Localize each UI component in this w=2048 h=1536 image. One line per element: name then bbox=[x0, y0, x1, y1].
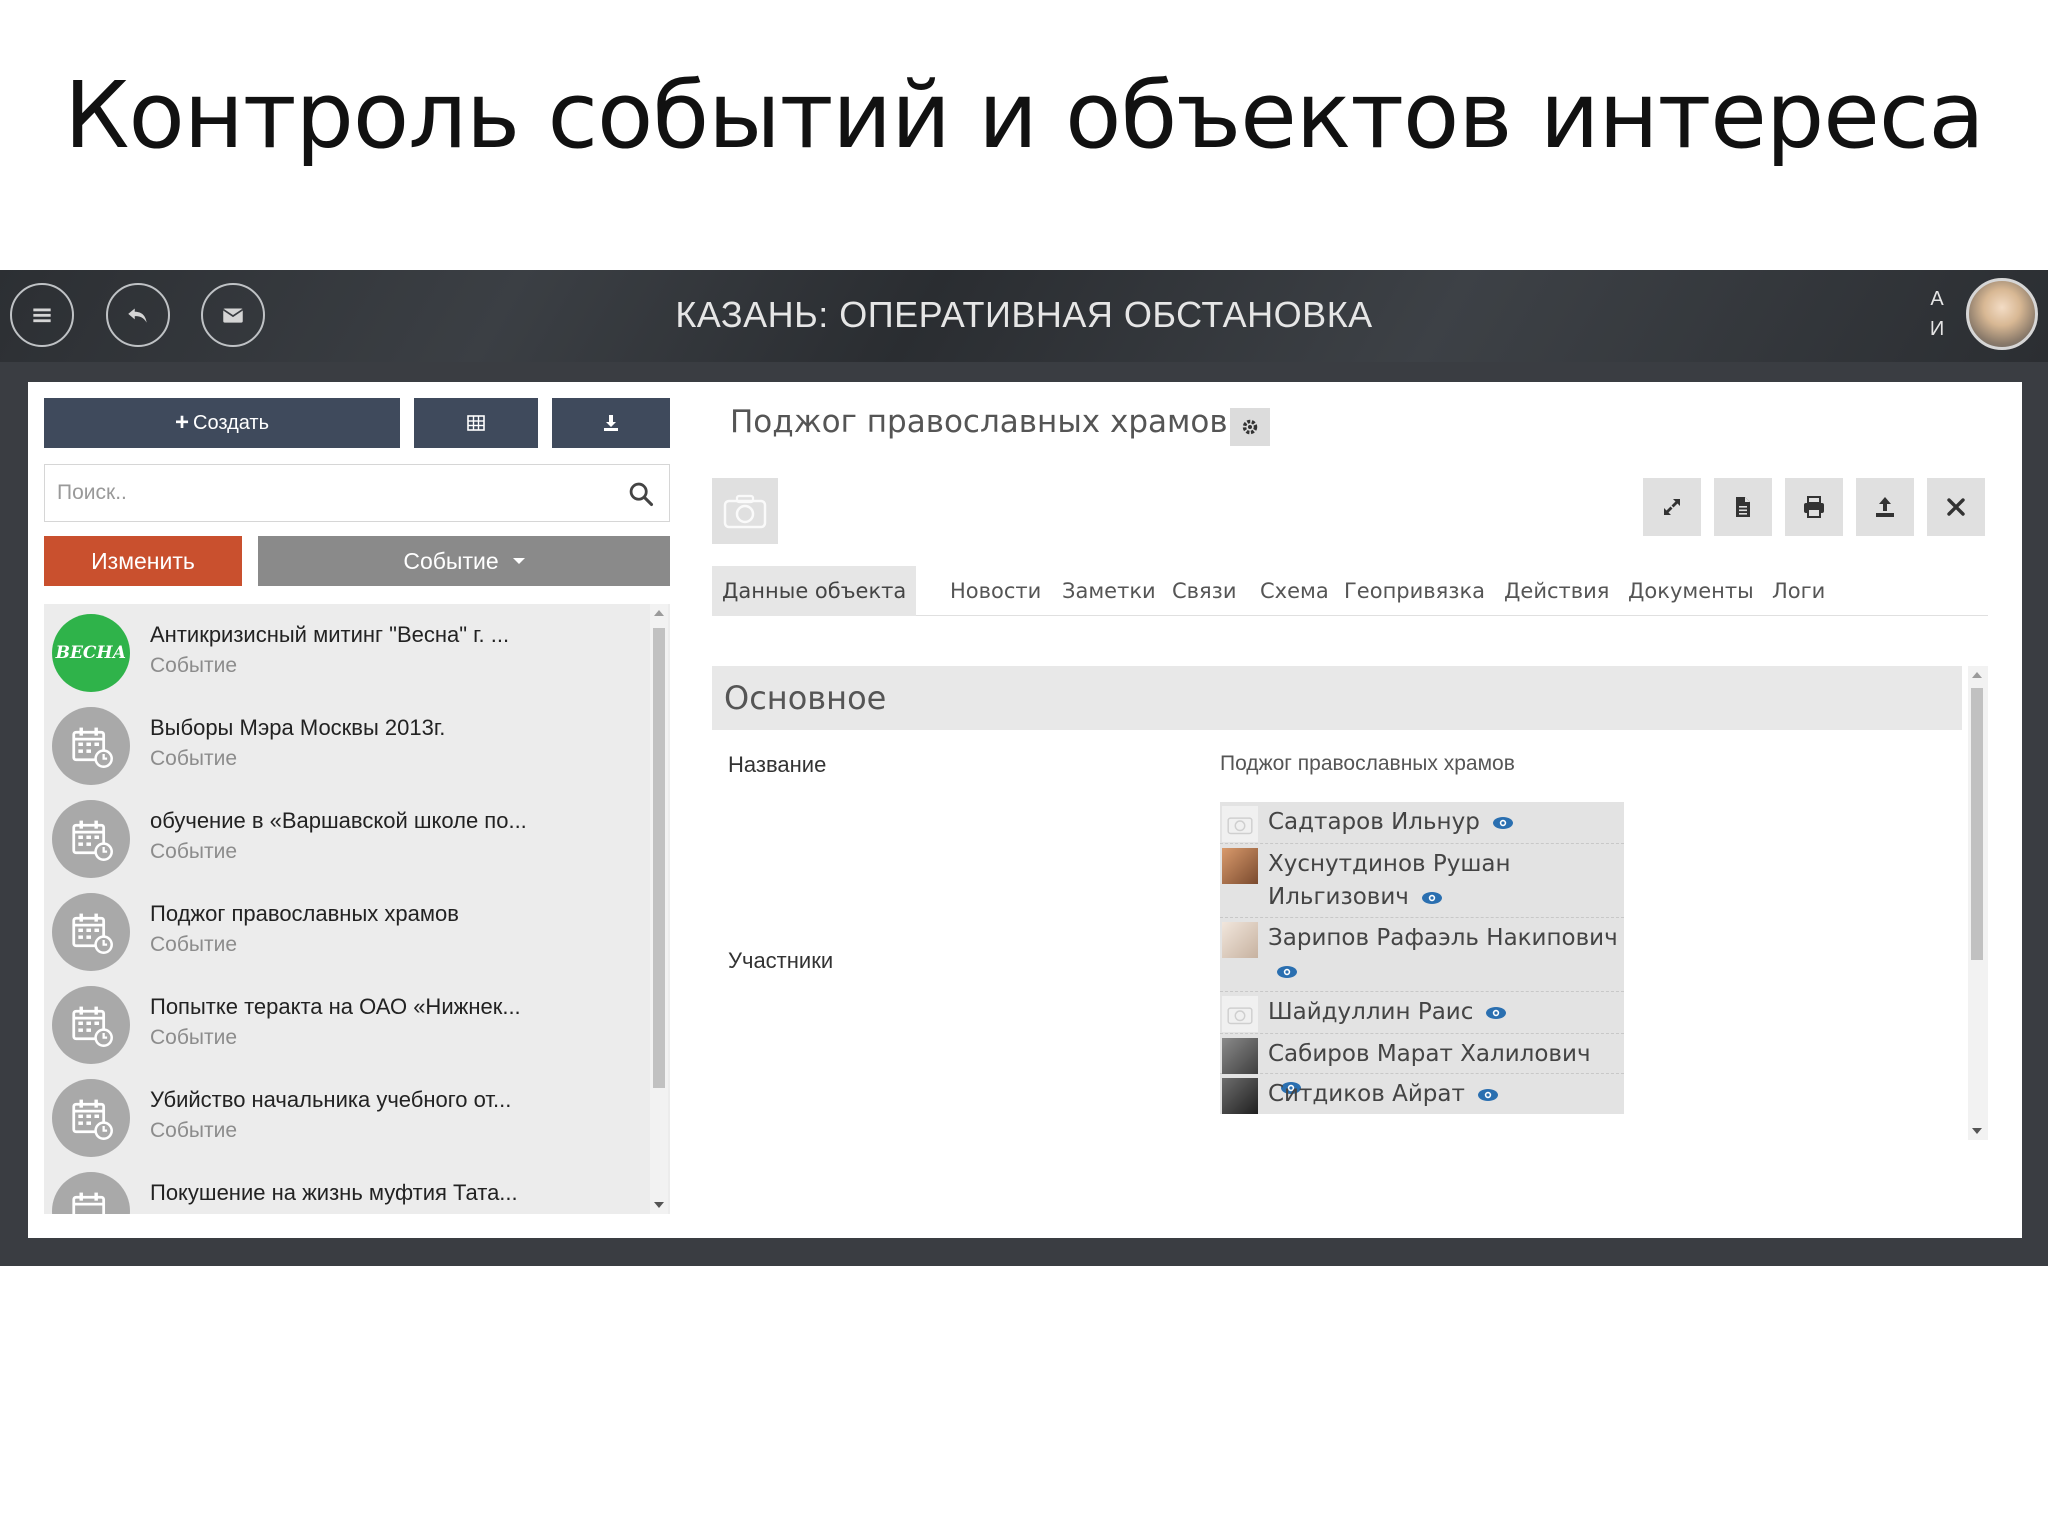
participant-item[interactable]: Ситдиков Айрат bbox=[1220, 1074, 1624, 1114]
user-initials: А И bbox=[1929, 288, 1945, 340]
camera-icon bbox=[723, 494, 767, 529]
content-scrollbar[interactable] bbox=[1968, 666, 1988, 1140]
tab-notes[interactable]: Заметки bbox=[1062, 566, 1156, 616]
section-title: Основное bbox=[712, 666, 1962, 730]
upload-button[interactable] bbox=[1856, 478, 1914, 536]
event-list: ВЕСНА Антикризисный митинг "Весна" г. ..… bbox=[44, 604, 670, 1214]
eye-icon[interactable] bbox=[1485, 1006, 1507, 1020]
object-tabs: Данные объекта Новости Заметки Связи Схе… bbox=[712, 566, 1988, 616]
participant-item[interactable]: Хуснутдинов Рушан Ильгизович bbox=[1220, 844, 1624, 918]
participant-item[interactable]: Садтаров Ильнур bbox=[1220, 802, 1624, 844]
tab-geo[interactable]: Геопривязка bbox=[1344, 566, 1485, 616]
top-bar: КАЗАНЬ: ОПЕРАТИВНАЯ ОБСТАНОВКА А И bbox=[0, 270, 2048, 362]
tab-schema[interactable]: Схема bbox=[1260, 566, 1329, 616]
name-label: Название bbox=[728, 752, 827, 777]
eye-icon[interactable] bbox=[1421, 891, 1443, 905]
tab-news[interactable]: Новости bbox=[950, 566, 1041, 616]
caret-down-icon bbox=[512, 558, 525, 564]
document-button[interactable] bbox=[1714, 478, 1772, 536]
calendar-icon bbox=[52, 707, 130, 785]
scroll-up-icon[interactable] bbox=[654, 610, 664, 616]
scroll-up-icon[interactable] bbox=[1972, 672, 1982, 678]
calendar-icon bbox=[52, 1172, 130, 1214]
participant-item[interactable]: Шайдуллин Раис bbox=[1220, 992, 1624, 1034]
print-icon bbox=[1804, 496, 1824, 518]
print-button[interactable] bbox=[1785, 478, 1843, 536]
edit-button[interactable]: Изменить bbox=[44, 536, 242, 586]
calendar-icon bbox=[52, 893, 130, 971]
expand-button[interactable] bbox=[1643, 478, 1701, 536]
avatar bbox=[1222, 922, 1258, 958]
calendar-icon bbox=[52, 1079, 130, 1157]
table-view-button[interactable] bbox=[414, 398, 538, 448]
participants-label: Участники bbox=[728, 948, 834, 973]
file-icon bbox=[1736, 497, 1750, 517]
close-icon bbox=[1947, 498, 1965, 516]
calendar-icon bbox=[52, 800, 130, 878]
slide-title: Контроль событий и объектов интереса bbox=[64, 62, 1985, 169]
vesna-logo: ВЕСНА bbox=[52, 614, 130, 692]
tab-logs[interactable]: Логи bbox=[1772, 566, 1825, 616]
calendar-icon bbox=[52, 986, 130, 1064]
search-icon[interactable] bbox=[627, 480, 655, 508]
download-button[interactable] bbox=[552, 398, 670, 448]
eye-icon[interactable] bbox=[1492, 816, 1514, 830]
list-item[interactable]: Убийство начальника учебного от... Событ… bbox=[44, 1069, 644, 1162]
avatar bbox=[1222, 1038, 1258, 1074]
object-content: Основное Название Поджог православных хр… bbox=[712, 666, 1988, 1142]
search-box bbox=[44, 464, 670, 522]
app-window: КАЗАНЬ: ОПЕРАТИВНАЯ ОБСТАНОВКА А И + Созд… bbox=[0, 270, 2048, 1266]
event-type-dropdown[interactable]: Событие bbox=[258, 536, 670, 586]
list-item[interactable]: Покушение на жизнь муфтия Тата... bbox=[44, 1162, 644, 1214]
list-scrollbar[interactable] bbox=[650, 604, 668, 1214]
search-input[interactable] bbox=[45, 465, 615, 521]
gear-icon bbox=[1242, 419, 1258, 435]
participants-list: Садтаров Ильнур Хуснутдинов Рушан Ильгизо… bbox=[1220, 802, 1624, 1114]
settings-button[interactable] bbox=[1230, 408, 1270, 446]
scroll-down-icon[interactable] bbox=[1972, 1128, 1982, 1134]
list-item[interactable]: Выборы Мэра Москвы 2013г. Событие bbox=[44, 697, 644, 790]
eye-icon[interactable] bbox=[1477, 1088, 1499, 1102]
tab-documents[interactable]: Документы bbox=[1628, 566, 1754, 616]
camera-icon bbox=[1222, 996, 1258, 1032]
tab-links[interactable]: Связи bbox=[1172, 566, 1237, 616]
avatar bbox=[1222, 848, 1258, 884]
app-title: КАЗАНЬ: ОПЕРАТИВНАЯ ОБСТАНОВКА bbox=[675, 294, 1373, 335]
close-button[interactable] bbox=[1927, 478, 1985, 536]
scroll-down-icon[interactable] bbox=[654, 1202, 664, 1208]
scrollbar-thumb[interactable] bbox=[653, 628, 665, 1088]
main-panel: +Создать Изменить Событие ВЕСНА Антикриз… bbox=[28, 382, 2022, 1238]
list-item[interactable]: ВЕСНА Антикризисный митинг "Весна" г. ..… bbox=[44, 604, 644, 697]
user-avatar[interactable] bbox=[1966, 278, 2038, 350]
avatar bbox=[1222, 1078, 1258, 1114]
create-button[interactable]: + Создать bbox=[44, 398, 400, 448]
participant-item[interactable]: Зарипов Рафаэль Накипович bbox=[1220, 918, 1624, 992]
object-photo-placeholder[interactable] bbox=[712, 478, 778, 544]
name-value: Поджог православных храмов bbox=[1220, 752, 1515, 775]
scrollbar-thumb[interactable] bbox=[1971, 688, 1983, 960]
upload-icon bbox=[1876, 497, 1894, 517]
tab-actions[interactable]: Действия bbox=[1504, 566, 1609, 616]
expand-icon bbox=[1664, 499, 1680, 515]
download-icon bbox=[604, 415, 618, 431]
participant-item[interactable]: Сабиров Марат Халилович bbox=[1220, 1034, 1624, 1094]
list-item[interactable]: обучение в «Варшавской школе по... Событ… bbox=[44, 790, 644, 883]
camera-icon bbox=[1222, 806, 1258, 842]
table-icon bbox=[467, 415, 485, 431]
plus-icon: + bbox=[174, 409, 189, 436]
tab-object-data[interactable]: Данные объекта bbox=[712, 566, 917, 616]
eye-icon[interactable] bbox=[1276, 965, 1298, 979]
list-item[interactable]: Попытке теракта на ОАО «Нижнек... Событи… bbox=[44, 976, 644, 1069]
object-title: Поджог православных храмов bbox=[730, 404, 1228, 440]
list-item[interactable]: Поджог православных храмов Событие bbox=[44, 883, 644, 976]
